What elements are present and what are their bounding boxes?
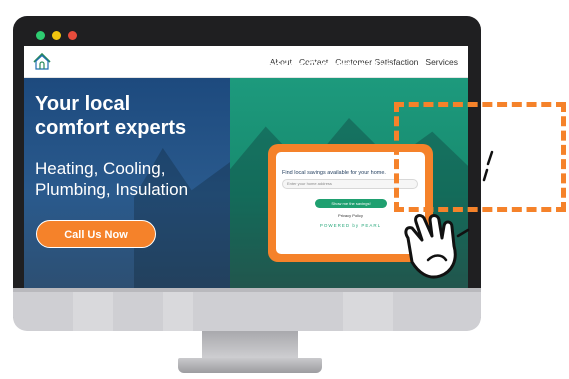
call-us-now-button[interactable]: Call Us Now: [36, 220, 156, 248]
headline-line-2: comfort experts: [35, 117, 187, 139]
motion-lines-icon: [482, 150, 494, 182]
show-savings-button[interactable]: Show me the savings!: [315, 199, 387, 208]
chin-gloss: [73, 292, 113, 331]
subheadline-line-2: Plumbing, Insulation: [35, 180, 189, 199]
hero-subheadline: Heating, Cooling, Plumbing, Insulation: [35, 158, 188, 200]
monitor-neck: [202, 331, 298, 361]
hero-headline: Your local comfort experts: [35, 92, 186, 140]
top-navigation: About Contact Customer Satisfaction Serv…: [24, 46, 468, 78]
headline-line-1: Your local: [35, 93, 131, 115]
chin-gloss: [163, 292, 193, 331]
savings-form-heading: Find local savings available for your ho…: [282, 170, 386, 176]
monitor-base: [178, 358, 322, 373]
chin-gloss: [343, 292, 393, 331]
savings-opportunities-title: Savings Opportunities: [254, 58, 393, 73]
pointing-hand-icon: [404, 213, 470, 279]
window-dot-red: [68, 31, 77, 40]
company-logo[interactable]: [30, 49, 54, 75]
subheadline-line-1: Heating, Cooling,: [35, 159, 166, 178]
house-logo-icon: [33, 53, 51, 70]
monitor-chin: [13, 288, 481, 331]
window-dot-yellow: [52, 31, 61, 40]
window-dot-green: [36, 31, 45, 40]
nav-link-services[interactable]: Services: [425, 57, 458, 67]
